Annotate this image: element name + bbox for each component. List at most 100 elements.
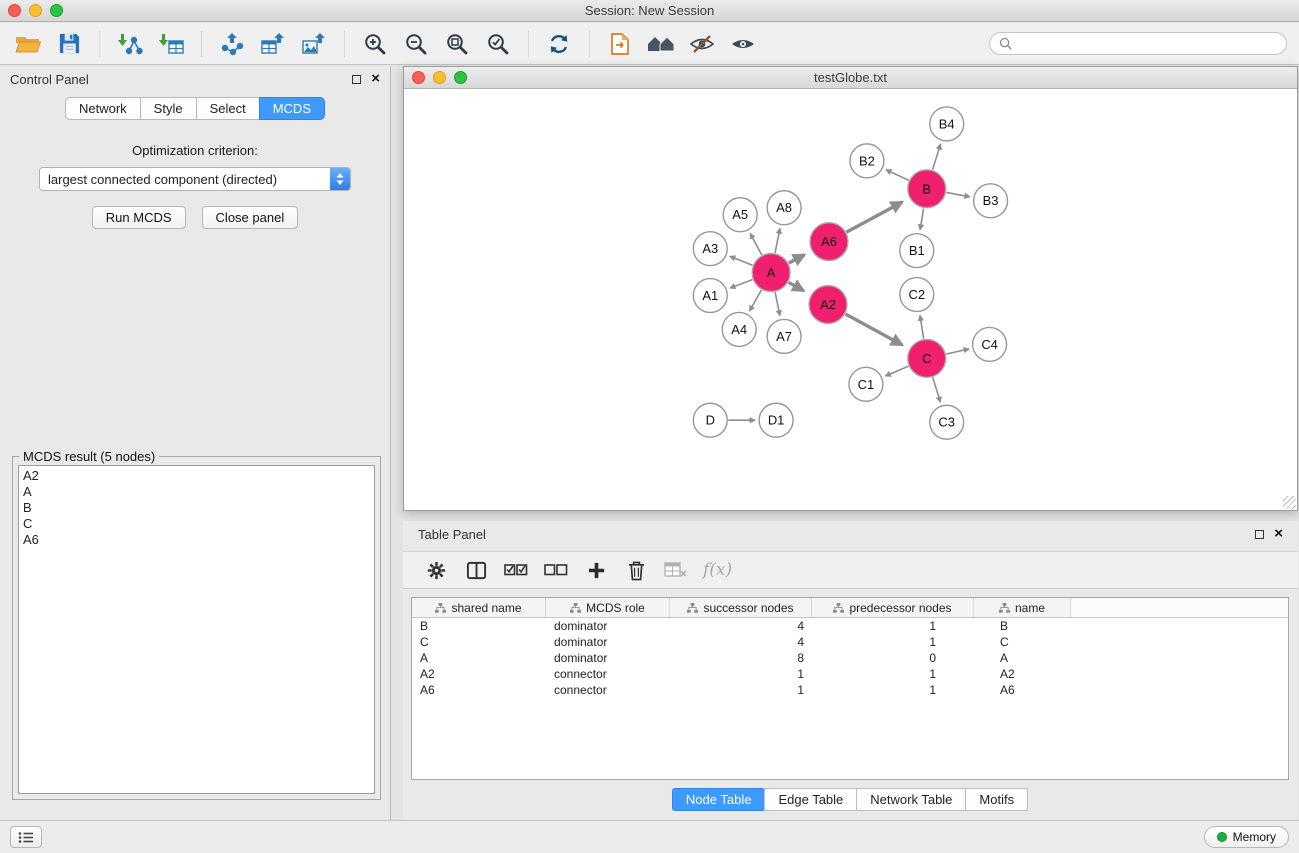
show-columns-button[interactable] — [463, 557, 489, 583]
mcds-result-item[interactable]: C — [23, 516, 370, 532]
column-header-MCDS-role[interactable]: MCDS role — [546, 598, 670, 617]
graph-node-A1[interactable]: A1 — [693, 279, 727, 313]
graph-edge-A-A4[interactable] — [750, 290, 762, 311]
float-table-panel-icon[interactable] — [1255, 530, 1264, 539]
table-row[interactable]: Adominator80A — [412, 650, 1288, 666]
criterion-dropdown[interactable]: largest connected component (directed) — [39, 167, 351, 191]
mcds-result-item[interactable]: A6 — [23, 532, 370, 548]
graph-edge-A-A1[interactable] — [730, 280, 752, 288]
deselect-all-button[interactable] — [543, 557, 569, 583]
mcds-result-item[interactable]: A — [23, 484, 370, 500]
select-all-button[interactable] — [503, 557, 529, 583]
resize-grip[interactable] — [1283, 496, 1296, 509]
zoom-in-button[interactable] — [357, 27, 393, 61]
graph-node-A8[interactable]: A8 — [767, 191, 801, 225]
import-network-button[interactable] — [112, 27, 148, 61]
zoom-fit-button[interactable] — [439, 27, 475, 61]
graph-edge-A-A6[interactable] — [789, 255, 805, 263]
memory-button[interactable]: Memory — [1204, 826, 1289, 848]
task-history-button[interactable] — [10, 826, 42, 848]
graph-node-C2[interactable]: C2 — [900, 278, 934, 312]
export-network-button[interactable] — [214, 27, 250, 61]
close-table-panel-icon[interactable]: × — [1274, 529, 1283, 539]
graph-edge-A-A8[interactable] — [775, 228, 780, 253]
graph-node-C4[interactable]: C4 — [973, 327, 1007, 361]
table-row[interactable]: A2connector11A2 — [412, 666, 1288, 682]
graph-edge-C-C2[interactable] — [920, 315, 924, 338]
table-row[interactable]: Cdominator41C — [412, 634, 1288, 650]
export-image-button[interactable] — [296, 27, 332, 61]
graph-edge-A-A7[interactable] — [775, 292, 780, 316]
graph-node-B1[interactable]: B1 — [900, 234, 934, 268]
graph-edge-A-A3[interactable] — [730, 256, 753, 265]
graph-node-A2[interactable]: A2 — [809, 286, 847, 324]
mcds-result-item[interactable]: A2 — [23, 468, 370, 484]
graph-edge-C-C1[interactable] — [885, 366, 908, 376]
create-column-button[interactable] — [583, 557, 609, 583]
graph-edge-A2-C[interactable] — [846, 314, 903, 345]
document-button[interactable] — [602, 27, 638, 61]
graph-edge-B-B1[interactable] — [920, 208, 923, 229]
function-builder-button[interactable]: f(x) — [703, 560, 732, 580]
run-mcds-button[interactable]: Run MCDS — [92, 206, 186, 229]
zoom-out-button[interactable] — [398, 27, 434, 61]
export-table-button[interactable] — [255, 27, 291, 61]
delete-table-button[interactable] — [663, 557, 689, 583]
graph-node-B4[interactable]: B4 — [930, 107, 964, 141]
column-header-shared-name[interactable]: shared name — [412, 598, 546, 617]
tab-edge-table[interactable]: Edge Table — [764, 788, 857, 811]
graph-edge-C-C4[interactable] — [946, 349, 969, 354]
graph-node-B2[interactable]: B2 — [850, 144, 884, 178]
zoom-selected-button[interactable] — [480, 27, 516, 61]
graph-edge-B-B4[interactable] — [933, 144, 941, 170]
graph-edge-A-A2[interactable] — [789, 282, 804, 291]
search-input[interactable] — [1017, 37, 1277, 51]
home-button[interactable] — [643, 27, 679, 61]
graph-node-C[interactable]: C — [908, 339, 946, 377]
tab-mcds[interactable]: MCDS — [259, 97, 325, 120]
tab-network[interactable]: Network — [65, 97, 141, 120]
show-view-button[interactable] — [725, 27, 761, 61]
graph-node-D[interactable]: D — [693, 403, 727, 437]
network-canvas[interactable]: B4B2BB3A5A8A6A3B1AC2A1A2A4A7C4CC1C3DD1 — [404, 90, 1297, 510]
tab-network-table[interactable]: Network Table — [856, 788, 966, 811]
table-settings-button[interactable] — [423, 557, 449, 583]
graph-node-C3[interactable]: C3 — [930, 405, 964, 439]
tab-node-table[interactable]: Node Table — [672, 788, 766, 811]
tab-style[interactable]: Style — [140, 97, 197, 120]
graph-edge-A6-B[interactable] — [847, 202, 903, 232]
graph-node-D1[interactable]: D1 — [759, 403, 793, 437]
graph-edge-A-A5[interactable] — [750, 233, 762, 255]
graph-node-A5[interactable]: A5 — [723, 198, 757, 232]
apply-layout-button[interactable] — [541, 27, 577, 61]
graph-node-A3[interactable]: A3 — [693, 232, 727, 266]
table-row[interactable]: Bdominator41B — [412, 618, 1288, 634]
save-session-button[interactable] — [51, 27, 87, 61]
toolbar-search[interactable] — [989, 32, 1287, 55]
close-panel-button[interactable]: Close panel — [202, 206, 299, 229]
open-session-button[interactable] — [10, 27, 46, 61]
graph-node-B[interactable]: B — [908, 170, 946, 208]
graph-edge-B-B3[interactable] — [946, 192, 969, 196]
graph-node-C1[interactable]: C1 — [849, 367, 883, 401]
mcds-result-item[interactable]: B — [23, 500, 370, 516]
show-graphics-details-button[interactable] — [684, 27, 720, 61]
column-header-predecessor-nodes[interactable]: predecessor nodes — [812, 598, 974, 617]
tab-select[interactable]: Select — [196, 97, 260, 120]
close-panel-icon[interactable]: × — [371, 74, 380, 84]
import-table-button[interactable] — [153, 27, 189, 61]
graph-node-A[interactable]: A — [752, 254, 790, 292]
table-row[interactable]: A6connector11A6 — [412, 682, 1288, 698]
float-panel-icon[interactable] — [352, 75, 361, 84]
network-close-button[interactable] — [412, 71, 425, 84]
graph-node-A7[interactable]: A7 — [767, 319, 801, 353]
tab-motifs[interactable]: Motifs — [965, 788, 1028, 811]
mcds-result-list[interactable]: A2ABCA6 — [18, 465, 375, 794]
network-zoom-button[interactable] — [454, 71, 467, 84]
column-header-successor-nodes[interactable]: successor nodes — [670, 598, 812, 617]
graph-node-A4[interactable]: A4 — [722, 312, 756, 346]
delete-column-button[interactable] — [623, 557, 649, 583]
column-header-name[interactable]: name — [974, 598, 1071, 617]
graph-edge-B-B2[interactable] — [886, 170, 909, 181]
network-minimize-button[interactable] — [433, 71, 446, 84]
